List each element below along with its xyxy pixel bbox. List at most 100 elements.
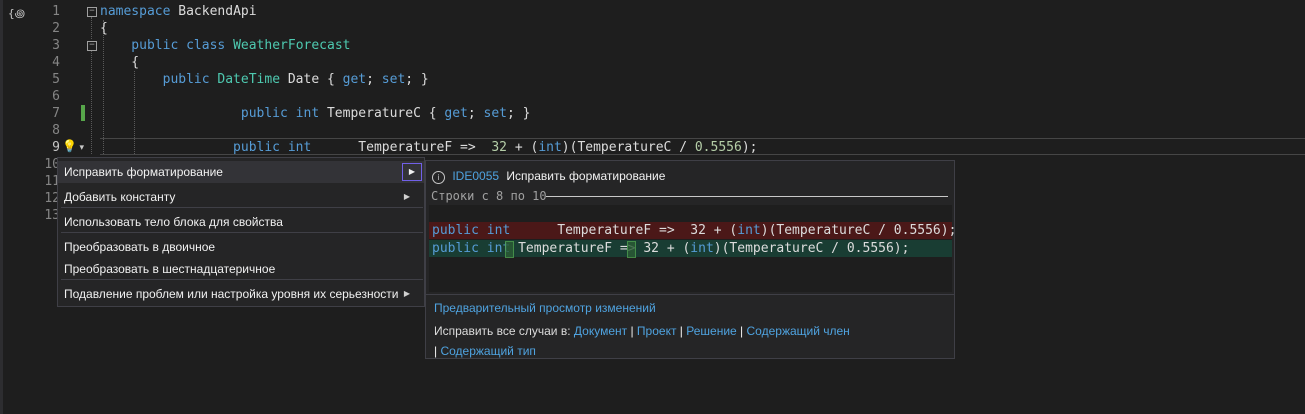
code-token: ; } <box>507 106 531 121</box>
code-token: public <box>100 72 210 87</box>
fold-collapse-icon[interactable]: − <box>87 41 97 51</box>
code-token: ; <box>366 72 382 87</box>
line-number: 2 <box>52 21 60 36</box>
code-token: TemperatureC { <box>319 106 445 121</box>
menu-item[interactable]: Подавление проблем или настройка уровня … <box>58 283 424 305</box>
code-token: public <box>100 38 179 53</box>
lightbulb-icon[interactable]: 💡 ▾ <box>62 139 90 155</box>
code-token: { <box>100 21 108 36</box>
code-token: ; <box>467 106 484 121</box>
fold-collapse-icon[interactable]: − <box>87 7 97 17</box>
code-token: set <box>381 72 406 87</box>
code-line[interactable]: { <box>100 20 108 37</box>
code-token: ; } <box>405 72 429 87</box>
submenu-arrow-icon[interactable]: ▶ <box>404 186 410 208</box>
menu-item[interactable]: Использовать тело блока для свойства <box>58 211 424 233</box>
fix-preview-pane: i IDE0055 Исправить форматирование Строк… <box>425 160 956 361</box>
code-token: DateTime <box>217 72 281 87</box>
line-number: 13 <box>44 208 60 223</box>
code-token: int <box>737 223 761 238</box>
code-token: public <box>432 241 479 256</box>
fix-all-target-link[interactable]: Содержащий тип <box>440 344 535 358</box>
code-token: public <box>100 140 281 155</box>
added-whitespace-highlight <box>627 241 636 258</box>
fix-all-target-link[interactable]: Документ <box>574 324 627 338</box>
submenu-arrow-icon[interactable]: ▶ <box>402 163 422 181</box>
code-token: int <box>287 140 312 155</box>
fix-all-target-link[interactable]: Содержащий член <box>747 324 850 338</box>
code-line[interactable]: public int TemperatureC { get; set; } <box>100 105 531 122</box>
menu-item-label: Использовать тело блока для свойства <box>64 215 283 229</box>
code-line[interactable]: { <box>100 54 139 71</box>
code-line[interactable]: public int TemperatureF => 32 + (int)(Te… <box>100 139 757 156</box>
submenu-arrow-icon[interactable]: ▶ <box>404 283 410 305</box>
line-number: 5 <box>52 72 60 87</box>
line-number: 1 <box>52 4 60 19</box>
menu-item[interactable]: Преобразовать в шестнадцатеричное <box>58 258 424 280</box>
menu-item[interactable]: Исправить форматирование ▶ <box>58 161 424 183</box>
code-token: )(TemperatureC / 0.5556); <box>713 241 910 256</box>
menu-item[interactable]: Добавить константу ▶ <box>58 186 424 208</box>
menu-item-label: Исправить форматирование <box>64 165 223 179</box>
code-token: + ( <box>507 140 539 155</box>
code-token: )(TemperatureC / 0.5556); <box>760 223 957 238</box>
line-number: 7 <box>52 106 60 121</box>
code-token: TemperatureF => 32 + ( <box>510 241 691 256</box>
info-icon: i <box>432 171 445 184</box>
line-number: 3 <box>52 38 60 53</box>
menu-item-label: Преобразовать в двоичное <box>64 240 216 254</box>
editor-left-strip <box>0 0 3 414</box>
code-token: )(TemperatureC / <box>561 140 695 155</box>
menu-item-label: Преобразовать в шестнадцатеричное <box>64 262 276 276</box>
menu-item-label: Подавление проблем или настройка уровня … <box>64 287 399 301</box>
menu-item-label: Добавить константу <box>64 190 176 204</box>
code-token: get <box>342 72 367 87</box>
line-number-gutter: 1 2 3 4 5 6 7 8 9 10 11 12 13 <box>30 3 60 224</box>
code-token: public <box>100 106 288 121</box>
change-marker <box>81 105 85 121</box>
code-token: public <box>432 223 479 238</box>
document-outline-icon[interactable]: {꩜ <box>8 5 25 21</box>
link-separator: | <box>627 324 637 338</box>
line-number: 9 <box>52 140 60 155</box>
link-separator: | <box>736 324 747 338</box>
quick-actions-menu: Исправить форматирование ▶ Добавить конста… <box>57 157 425 307</box>
line-number: 6 <box>52 89 60 104</box>
fix-all-occurrences: Исправить все случаи в: Документ | Проек… <box>434 321 949 361</box>
code-line[interactable]: namespace BackendApi <box>100 3 257 20</box>
code-token: int <box>295 106 320 121</box>
line-number: 10 <box>44 157 60 172</box>
code-token: class <box>186 38 226 53</box>
code-token: TemperatureF => 32 + ( <box>510 223 738 238</box>
fix-all-target-link[interactable]: Проект <box>637 324 677 338</box>
code-token: Date { <box>280 72 343 87</box>
fold-guide <box>91 17 92 39</box>
code-line[interactable]: public DateTime Date { get; set; } <box>100 71 429 88</box>
code-token: 32 <box>491 140 507 155</box>
line-range-label: Строки с 8 по 10 <box>431 189 547 203</box>
code-token: BackendApi <box>170 4 257 19</box>
fix-all-label: Исправить все случаи в: <box>434 324 574 338</box>
divider <box>546 196 948 197</box>
line-number: 11 <box>44 174 60 189</box>
fix-all-target-link[interactable]: Решение <box>686 324 736 338</box>
diagnostic-id-link[interactable]: IDE0055 <box>452 169 499 183</box>
code-token: int <box>690 241 714 256</box>
menu-item[interactable]: Преобразовать в двоичное <box>58 236 424 258</box>
preview-changes-link[interactable]: Предварительный просмотр изменений <box>434 301 656 315</box>
code-line[interactable]: public class WeatherForecast <box>100 37 350 54</box>
code-token: namespace <box>100 4 171 19</box>
line-number: 8 <box>52 123 60 138</box>
code-token: ); <box>741 140 758 155</box>
code-token: int <box>486 223 511 238</box>
fold-guide <box>91 51 92 154</box>
code-token: int <box>538 140 562 155</box>
diff-code-area: public int TemperatureF => 32 + (int)(Te… <box>429 205 956 292</box>
preview-title: Исправить форматирование <box>506 169 666 183</box>
